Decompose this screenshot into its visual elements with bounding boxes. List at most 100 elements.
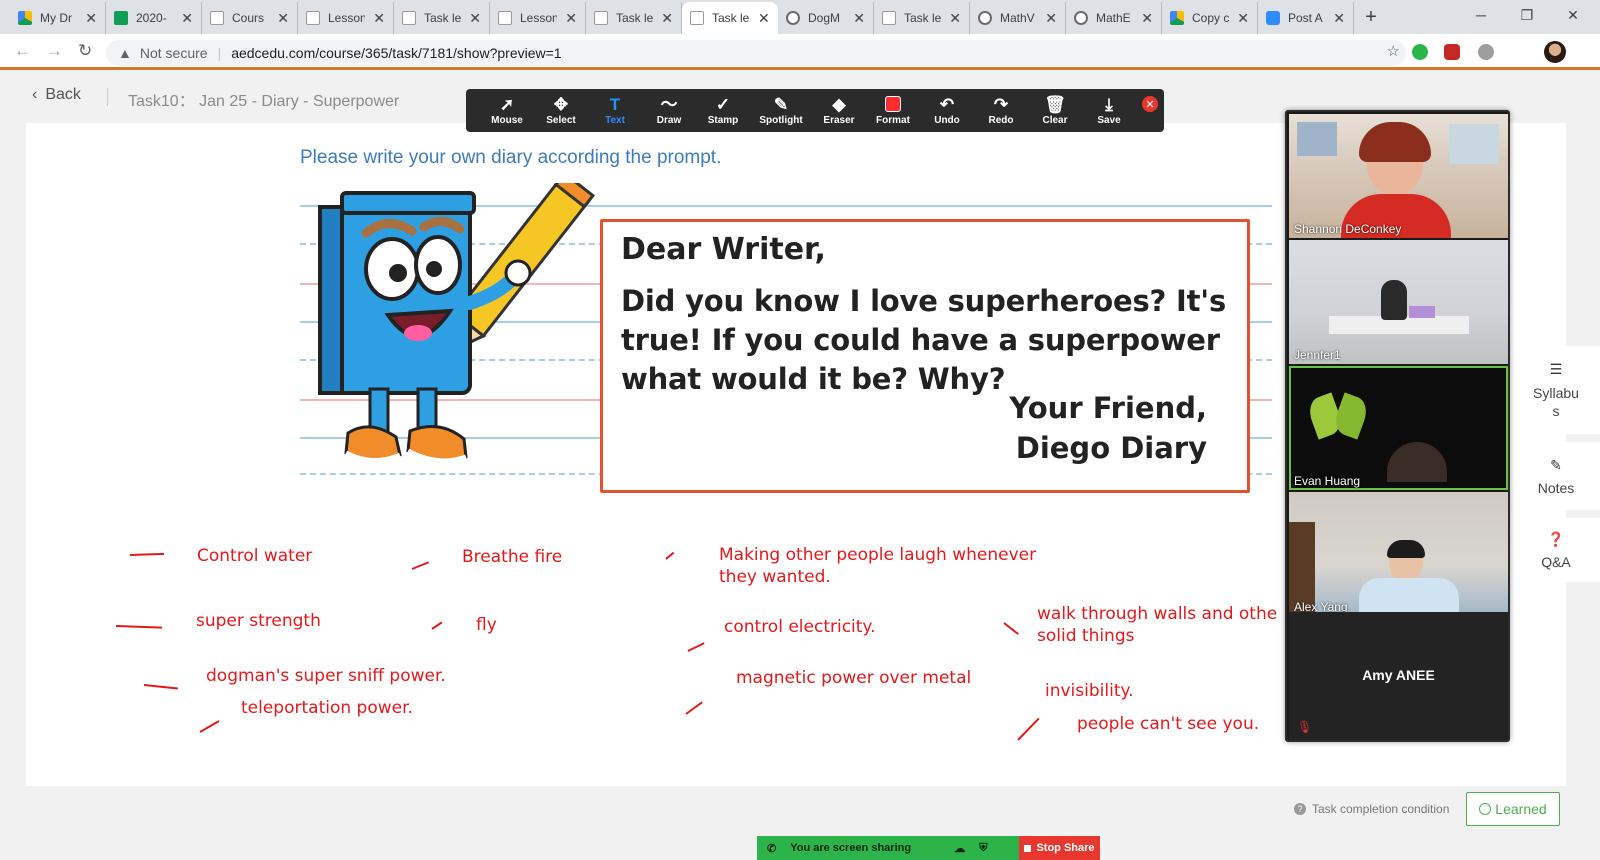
page-title: Task10： Jan 25 - Diary - Superpower bbox=[128, 93, 400, 110]
save-button[interactable]: ⤓ Save bbox=[1082, 89, 1136, 132]
undo-button[interactable]: ↶ Undo bbox=[920, 89, 974, 132]
back-link[interactable]: ‹ Back bbox=[32, 86, 81, 104]
video-tile[interactable]: Jennfer1 bbox=[1289, 240, 1508, 364]
security-status: Not secure bbox=[139, 45, 208, 61]
participant-name: Shannon DeConkey bbox=[1294, 222, 1402, 236]
tab-label: Cours bbox=[232, 11, 265, 25]
close-icon[interactable]: ✕ bbox=[181, 10, 193, 27]
puzzle-icon[interactable] bbox=[1478, 44, 1494, 60]
maximize-button[interactable]: ❐ bbox=[1504, 0, 1550, 30]
stop-share-button[interactable]: Stop Share bbox=[1019, 836, 1100, 860]
warning-icon: ▲ bbox=[118, 45, 132, 61]
letter-body: Did you know I love superheroes? It's tr… bbox=[621, 282, 1229, 399]
close-icon[interactable]: ✕ bbox=[1333, 10, 1345, 27]
draw-tool-button[interactable]: 〜 Draw bbox=[642, 89, 696, 132]
close-icon[interactable]: ✕ bbox=[758, 10, 770, 27]
browser-tab[interactable]: Copy c ✕ bbox=[1162, 2, 1258, 34]
close-icon[interactable]: ✕ bbox=[85, 10, 97, 27]
clear-button[interactable]: 🗑 Clear bbox=[1028, 89, 1082, 132]
browser-tab[interactable]: Lesson ✕ bbox=[490, 2, 586, 34]
spotlight-tool-button[interactable]: ✎ Spotlight bbox=[750, 89, 812, 132]
browser-tab[interactable]: Task le ✕ bbox=[586, 2, 682, 34]
url-field[interactable]: ▲ Not secure | aedcedu.com/course/365/ta… bbox=[106, 40, 1406, 66]
globe-icon bbox=[786, 11, 800, 25]
close-icon[interactable]: ✕ bbox=[1237, 10, 1249, 27]
chevron-left-icon: ‹ bbox=[32, 86, 38, 103]
participant-name: Evan Huang bbox=[1294, 474, 1361, 488]
annotation-text: control electricity. bbox=[724, 617, 876, 637]
extension-icon[interactable] bbox=[1412, 44, 1428, 60]
sharing-status[interactable]: ✆ You are screen sharing ☁ ⛨ bbox=[757, 836, 1019, 860]
tab-label: Lesson bbox=[520, 11, 558, 25]
browser-tab[interactable]: My Dr ✕ bbox=[10, 2, 106, 34]
close-icon[interactable]: ✕ bbox=[373, 10, 385, 27]
eraser-tool-button[interactable]: ◆ Eraser bbox=[812, 89, 866, 132]
close-icon[interactable]: ✕ bbox=[469, 10, 481, 27]
annotation-text: Breathe fire bbox=[462, 547, 563, 567]
person bbox=[1387, 442, 1447, 482]
select-tool-button[interactable]: ✥ Select bbox=[534, 89, 588, 132]
move-icon: ✥ bbox=[553, 95, 569, 114]
reload-icon[interactable]: ↻ bbox=[78, 41, 92, 61]
format-tool-button[interactable]: Format bbox=[866, 89, 920, 132]
text-tool-button[interactable]: T Text bbox=[588, 89, 642, 132]
wall-poster bbox=[1297, 122, 1337, 156]
google-drive-icon bbox=[18, 11, 32, 25]
close-icon[interactable]: ✕ bbox=[853, 10, 865, 27]
hair bbox=[1359, 122, 1431, 162]
divider bbox=[107, 88, 108, 106]
tool-label: Clear bbox=[1042, 115, 1068, 126]
video-tile-active[interactable]: Evan Huang bbox=[1289, 366, 1508, 490]
browser-tab[interactable]: Task le ✕ bbox=[394, 2, 490, 34]
stamp-tool-button[interactable]: ✓ Stamp bbox=[696, 89, 750, 132]
shield-icon: ⛨ bbox=[979, 841, 988, 854]
browser-tab[interactable]: MathE ✕ bbox=[1066, 2, 1162, 34]
forward-arrow-icon[interactable]: → bbox=[46, 41, 63, 61]
new-tab-button[interactable]: + bbox=[1358, 4, 1384, 30]
ublock-icon[interactable] bbox=[1444, 44, 1460, 60]
redo-button[interactable]: ↷ Redo bbox=[974, 89, 1028, 132]
back-arrow-icon[interactable]: ← bbox=[14, 41, 31, 61]
browser-tab[interactable]: MathV ✕ bbox=[970, 2, 1066, 34]
close-icon[interactable]: ✕ bbox=[565, 10, 577, 27]
minimize-button[interactable]: ─ bbox=[1458, 0, 1504, 30]
syllabus-panel-button[interactable]: ☰ Syllabus bbox=[1512, 346, 1600, 434]
close-icon[interactable]: ✕ bbox=[949, 10, 961, 27]
text-icon: T bbox=[609, 95, 621, 114]
back-label: Back bbox=[45, 86, 81, 103]
signature-line: Diego Diary bbox=[1015, 431, 1207, 465]
browser-tab[interactable]: Task le ✕ bbox=[874, 2, 970, 34]
close-icon[interactable]: ✕ bbox=[1045, 10, 1057, 27]
browser-tab-active[interactable]: Task le ✕ bbox=[682, 2, 778, 34]
learned-button[interactable]: Learned bbox=[1466, 792, 1560, 826]
qa-panel-button[interactable]: ❓ Q&A bbox=[1512, 518, 1600, 582]
video-gallery: Shannon DeConkey Jennfer1 Evan Huang Ale… bbox=[1285, 110, 1510, 742]
close-toolbar-button[interactable]: ✕ bbox=[1142, 96, 1158, 112]
browser-tab[interactable]: Lesson ✕ bbox=[298, 2, 394, 34]
video-tile[interactable]: Alex Yang bbox=[1289, 492, 1508, 616]
browser-tab[interactable]: 2020- ✕ bbox=[106, 2, 202, 34]
annotation-text: teleportation power. bbox=[241, 698, 413, 718]
task-completion-condition[interactable]: ? Task completion condition bbox=[1294, 802, 1449, 816]
browser-tab[interactable]: DogM ✕ bbox=[778, 2, 874, 34]
notes-panel-button[interactable]: ✎ Notes bbox=[1512, 442, 1600, 510]
tool-label: Text bbox=[605, 115, 625, 126]
letter-line: true! If you could have a superpower bbox=[621, 323, 1220, 357]
hair bbox=[1387, 540, 1425, 558]
profile-avatar[interactable] bbox=[1544, 41, 1566, 63]
tab-label: DogM bbox=[808, 11, 841, 25]
window-close-button[interactable]: ✕ bbox=[1550, 0, 1596, 30]
squiggle-icon: 〜 bbox=[660, 95, 678, 114]
video-tile[interactable]: Shannon DeConkey bbox=[1289, 114, 1508, 238]
mouse-tool-button[interactable]: ➚ Mouse bbox=[480, 89, 534, 132]
bookmark-star-icon[interactable]: ☆ bbox=[1387, 42, 1400, 60]
browser-tab[interactable]: Cours ✕ bbox=[202, 2, 298, 34]
document-icon bbox=[690, 11, 704, 25]
close-icon[interactable]: ✕ bbox=[277, 10, 289, 27]
close-icon[interactable]: ✕ bbox=[1141, 10, 1153, 27]
video-tile-no-video[interactable]: Amy ANEE 🎙︎ bbox=[1289, 612, 1508, 740]
close-icon[interactable]: ✕ bbox=[661, 10, 673, 27]
browser-tab[interactable]: Post A ✕ bbox=[1258, 2, 1354, 34]
annotation-text: people can't see you. bbox=[1077, 714, 1260, 734]
annotation-text: solid things bbox=[1037, 626, 1135, 646]
